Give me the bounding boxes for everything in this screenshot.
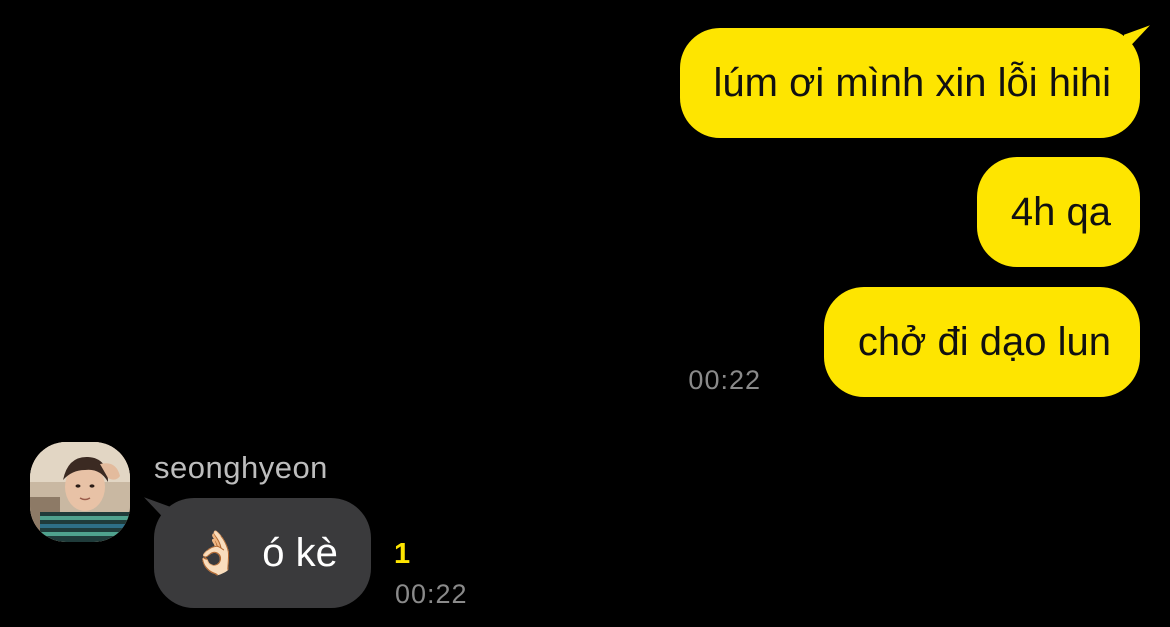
outgoing-timestamp: 00:22: [688, 365, 761, 395]
message-text: 4h qa: [1010, 190, 1111, 234]
outgoing-message-bubble[interactable]: lúm ơi mình xin lỗi hihi: [679, 28, 1140, 138]
incoming-timestamp: 00:22: [395, 579, 468, 609]
outgoing-message-bubble[interactable]: chở đi dạo lun: [823, 287, 1140, 397]
sender-name[interactable]: seonghyeon: [154, 450, 328, 486]
incoming-message-bubble[interactable]: 👌🏻 ó kè: [154, 498, 371, 608]
ok-hand-emoji-icon: 👌🏻: [190, 529, 243, 576]
chat-view: lúm ơi mình xin lỗi hihi 4h qa chở đi dạ…: [0, 0, 1170, 627]
profile-photo-icon: [30, 442, 130, 542]
outgoing-message-bubble[interactable]: 4h qa: [976, 157, 1140, 267]
message-text: lúm ơi mình xin lỗi hihi: [713, 61, 1111, 105]
unread-count-badge: 1: [394, 538, 411, 570]
message-text: ó kè: [262, 530, 338, 575]
sender-avatar[interactable]: [30, 442, 130, 542]
message-text: chở đi dạo lun: [857, 320, 1111, 364]
